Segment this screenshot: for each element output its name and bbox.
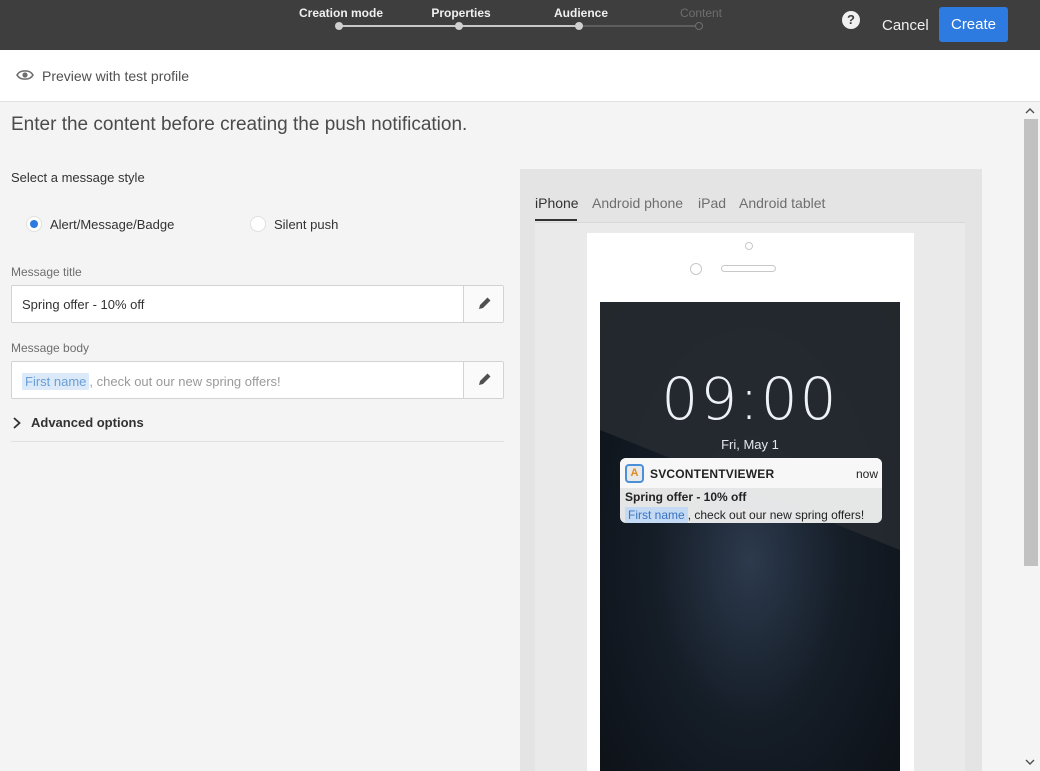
notification-header: A SVCONTENTVIEWER now — [620, 458, 882, 488]
lock-screen-date: Fri, May 1 — [721, 437, 779, 452]
tab-iphone[interactable]: iPhone — [535, 195, 579, 211]
app-icon-letter: A — [630, 467, 639, 479]
message-body-label: Message body — [11, 341, 90, 355]
step-dot-creation-mode[interactable] — [335, 22, 343, 30]
message-body-field[interactable]: First name, check out our new spring off… — [11, 361, 504, 399]
notification-body-text: , check out our new spring offers! — [687, 508, 865, 522]
notification-body: First name, check out our new spring off… — [625, 507, 864, 523]
step-dot-properties[interactable] — [455, 22, 463, 30]
app-icon: A — [625, 464, 644, 483]
edit-title-button[interactable] — [463, 286, 503, 322]
message-title-label: Message title — [11, 265, 82, 279]
cancel-button[interactable]: Cancel — [882, 17, 929, 34]
eye-icon[interactable] — [16, 68, 34, 82]
message-body-text: , check out our new spring offers! — [89, 374, 281, 389]
step-dot-audience[interactable] — [575, 22, 583, 30]
help-icon[interactable]: ? — [842, 11, 860, 29]
radio-alert-message-badge[interactable] — [26, 216, 42, 232]
step-creation-mode[interactable]: Creation mode — [299, 6, 383, 20]
page-title: Enter the content before creating the pu… — [11, 114, 468, 135]
radio-label-alert[interactable]: Alert/Message/Badge — [50, 217, 174, 232]
tab-android-phone[interactable]: Android phone — [592, 195, 683, 211]
preview-bar: Preview with test profile — [0, 50, 1040, 102]
preview-test-profile-link[interactable]: Preview with test profile — [42, 68, 189, 84]
message-style-label: Select a message style — [11, 170, 145, 185]
scroll-down-arrow-icon[interactable] — [1024, 756, 1036, 768]
step-dot-content — [695, 22, 703, 30]
tab-android-tablet[interactable]: Android tablet — [739, 195, 825, 211]
edit-body-button[interactable] — [463, 362, 503, 398]
create-button[interactable]: Create — [939, 7, 1008, 42]
notification-time: now — [855, 467, 878, 481]
phone-camera — [690, 263, 702, 275]
advanced-options-label: Advanced options — [31, 415, 144, 430]
advanced-options-toggle[interactable]: Advanced options — [11, 414, 504, 442]
chevron-right-icon — [13, 417, 21, 429]
notification-title: Spring offer - 10% off — [625, 490, 747, 504]
phone-sensor — [745, 242, 753, 250]
step-track-pending — [579, 25, 699, 27]
pencil-icon — [479, 297, 491, 309]
scroll-up-arrow-icon[interactable] — [1024, 105, 1036, 117]
app-name: SVCONTENTVIEWER — [650, 467, 775, 481]
tab-ipad[interactable]: iPad — [698, 195, 726, 211]
personalization-chip[interactable]: First name — [22, 373, 90, 390]
message-body-value[interactable]: First name, check out our new spring off… — [22, 373, 281, 390]
pencil-icon — [479, 373, 491, 385]
push-notification-preview: A SVCONTENTVIEWER now Spring offer - 10%… — [620, 458, 882, 523]
radio-label-silent[interactable]: Silent push — [274, 217, 338, 232]
lock-screen-clock: 09:00 — [661, 365, 839, 433]
scrollbar-thumb[interactable] — [1024, 119, 1038, 566]
phone-speaker — [721, 265, 776, 272]
radio-silent-push[interactable] — [250, 216, 266, 232]
active-tab-indicator — [535, 219, 577, 221]
step-audience[interactable]: Audience — [554, 6, 608, 20]
wizard-bar: Creation mode Properties Audience Conten… — [0, 0, 1040, 50]
message-title-value[interactable]: Spring offer - 10% off — [22, 297, 144, 312]
step-content: Content — [679, 6, 723, 20]
step-properties[interactable]: Properties — [431, 6, 490, 20]
notification-chip: First name — [625, 507, 688, 523]
message-title-field[interactable]: Spring offer - 10% off — [11, 285, 504, 323]
